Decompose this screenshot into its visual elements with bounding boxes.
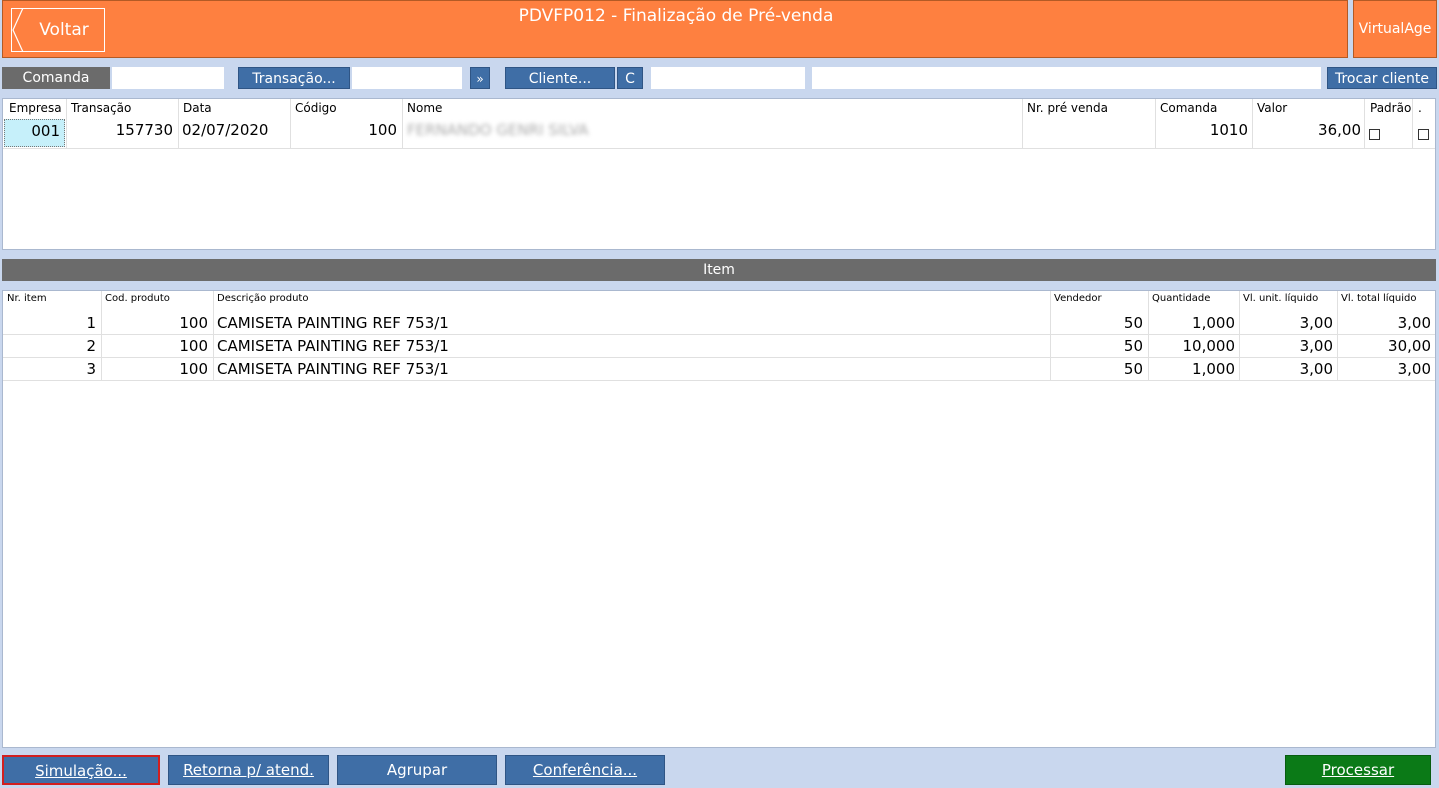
back-button-label: Voltar bbox=[39, 20, 89, 40]
page-title: PDVFP012 - Finalização de Pré-venda bbox=[518, 6, 834, 26]
trocar-cliente-button[interactable]: Trocar cliente bbox=[1327, 67, 1437, 89]
retorna-atendimento-button[interactable]: Retorna p/ atend. bbox=[168, 755, 329, 785]
conferencia-button-label: Conferência... bbox=[532, 761, 638, 779]
cell-descricao: CAMISETA PAINTING REF 753/1 bbox=[217, 360, 449, 378]
processar-button[interactable]: Processar bbox=[1285, 755, 1431, 785]
processar-button-label: Processar bbox=[1321, 761, 1395, 779]
col-header-empresa[interactable]: Empresa bbox=[5, 99, 62, 117]
cell-vl-unit: 3,00 bbox=[1299, 314, 1333, 332]
cell-vl-unit: 3,00 bbox=[1299, 337, 1333, 355]
col-header-vendedor[interactable]: Vendedor bbox=[1051, 291, 1102, 307]
cell-vl-total: 3,00 bbox=[1397, 360, 1431, 378]
cell-codigo: 100 bbox=[368, 121, 397, 139]
col-header-quantidade[interactable]: Quantidade bbox=[1149, 291, 1210, 307]
cell-valor: 36,00 bbox=[1318, 121, 1361, 139]
comanda-input[interactable] bbox=[112, 67, 224, 89]
brand-button[interactable]: VirtualAge bbox=[1353, 0, 1437, 58]
simulacao-button-label: Simulação... bbox=[35, 762, 127, 780]
col-header-transacao[interactable]: Transação bbox=[67, 99, 131, 117]
cell-nr-item: 1 bbox=[86, 314, 96, 332]
cell-quantidade: 1,000 bbox=[1192, 314, 1235, 332]
cell-descricao: CAMISETA PAINTING REF 753/1 bbox=[217, 314, 449, 332]
cell-cod-produto: 100 bbox=[179, 360, 208, 378]
item-section-title: Item bbox=[2, 259, 1436, 281]
cell-comanda: 1010 bbox=[1209, 121, 1248, 139]
cell-nr-item: 3 bbox=[86, 360, 96, 378]
retorna-button-label: Retorna p/ atend. bbox=[183, 761, 314, 779]
cliente-name-input[interactable] bbox=[812, 67, 1321, 89]
cell-empresa[interactable]: 001 bbox=[4, 119, 65, 147]
cell-cod-produto: 100 bbox=[179, 337, 208, 355]
cliente-c-button[interactable]: C bbox=[617, 67, 643, 89]
cell-nr-item: 2 bbox=[86, 337, 96, 355]
agrupar-button[interactable]: Agrupar bbox=[337, 755, 497, 785]
col-header-vl-total[interactable]: Vl. total líquido bbox=[1338, 291, 1417, 307]
cell-vl-total: 30,00 bbox=[1388, 337, 1431, 355]
cell-data: 02/07/2020 bbox=[182, 121, 269, 139]
cell-vl-unit: 3,00 bbox=[1299, 360, 1333, 378]
col-header-padrao[interactable]: Padrão bbox=[1366, 99, 1411, 117]
cell-vendedor: 50 bbox=[1123, 337, 1143, 355]
cliente-button[interactable]: Cliente... bbox=[505, 67, 615, 89]
col-header-vl-unit[interactable]: Vl. unit. líquido bbox=[1240, 291, 1318, 307]
col-header-valor[interactable]: Valor bbox=[1253, 99, 1287, 117]
cell-vendedor: 50 bbox=[1123, 360, 1143, 378]
cell-quantidade: 10,000 bbox=[1182, 337, 1236, 355]
col-header-nr-pre-venda[interactable]: Nr. pré venda bbox=[1023, 99, 1108, 117]
col-header-comanda[interactable]: Comanda bbox=[1156, 99, 1217, 117]
cliente-code-input[interactable] bbox=[651, 67, 805, 89]
back-button[interactable]: Voltar bbox=[11, 8, 105, 52]
padrao-checkbox[interactable] bbox=[1369, 129, 1380, 140]
conferencia-button[interactable]: Conferência... bbox=[505, 755, 665, 785]
cell-descricao: CAMISETA PAINTING REF 753/1 bbox=[217, 337, 449, 355]
col-header-codigo[interactable]: Código bbox=[291, 99, 337, 117]
presale-table: Empresa Transação Data Código Nome Nr. p… bbox=[2, 98, 1436, 250]
comanda-label: Comanda bbox=[2, 67, 110, 89]
next-button[interactable]: » bbox=[470, 67, 490, 89]
col-header-nr-item[interactable]: Nr. item bbox=[4, 291, 47, 307]
simulacao-button[interactable]: Simulação... bbox=[2, 755, 160, 785]
transacao-button[interactable]: Transação... bbox=[238, 67, 350, 89]
cell-vl-total: 3,00 bbox=[1397, 314, 1431, 332]
cell-quantidade: 1,000 bbox=[1192, 360, 1235, 378]
cell-vendedor: 50 bbox=[1123, 314, 1143, 332]
col-header-data[interactable]: Data bbox=[179, 99, 212, 117]
col-header-nome[interactable]: Nome bbox=[403, 99, 442, 117]
cell-cod-produto: 100 bbox=[179, 314, 208, 332]
chevron-left-icon bbox=[12, 8, 24, 52]
transacao-input[interactable] bbox=[352, 67, 462, 89]
cell-transacao: 157730 bbox=[115, 121, 173, 139]
col-header-descricao[interactable]: Descrição produto bbox=[214, 291, 308, 307]
cell-nome: FERNANDO GENRI SILVA bbox=[407, 121, 589, 139]
extra-checkbox[interactable] bbox=[1418, 129, 1429, 140]
col-header-extra[interactable]: . bbox=[1414, 99, 1422, 117]
title-bar: PDVFP012 - Finalização de Pré-venda Volt… bbox=[2, 0, 1348, 58]
col-header-cod-produto[interactable]: Cod. produto bbox=[102, 291, 170, 307]
items-table: Nr. item Cod. produto Descrição produto … bbox=[2, 290, 1436, 748]
